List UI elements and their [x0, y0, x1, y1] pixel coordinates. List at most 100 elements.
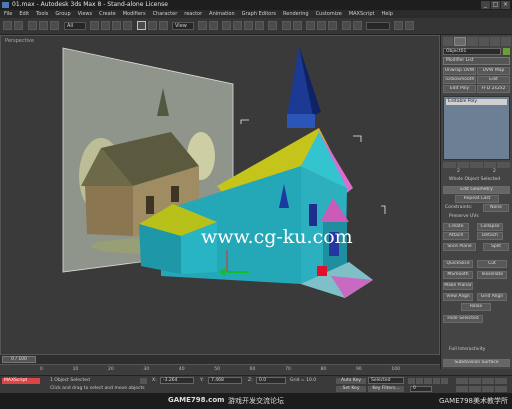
- stack-item[interactable]: Editable Poly: [446, 99, 507, 105]
- named-selection-icon[interactable]: [268, 21, 277, 30]
- auto-key-button[interactable]: Auto Key: [336, 378, 366, 384]
- pivot-center-icon[interactable]: [198, 21, 207, 30]
- modify-tab-icon[interactable]: [454, 37, 467, 46]
- render-last-icon[interactable]: [405, 21, 414, 30]
- relax-button[interactable]: Relax: [461, 303, 491, 311]
- subdivision-rollout[interactable]: Subdivision Surface: [443, 359, 510, 367]
- lock-selection-icon[interactable]: [140, 378, 147, 384]
- quickslice-button[interactable]: QuickSlice: [443, 260, 473, 268]
- edit-poly-button[interactable]: Edit Poly: [443, 85, 476, 93]
- go-to-start-icon[interactable]: [408, 378, 416, 384]
- display-tab-icon[interactable]: [489, 37, 500, 46]
- detach-button[interactable]: Detach: [477, 232, 503, 240]
- material-editor-icon[interactable]: [342, 21, 351, 30]
- zoom-all-icon[interactable]: [469, 378, 481, 384]
- remove-modifier-icon[interactable]: [483, 162, 497, 168]
- split-button[interactable]: Split: [483, 243, 509, 251]
- object-name-field[interactable]: Object01: [443, 48, 501, 55]
- menu-tools[interactable]: Tools: [36, 10, 48, 18]
- mirror-icon[interactable]: [282, 21, 291, 30]
- render-setup-icon[interactable]: [353, 21, 362, 30]
- layer-manager-icon[interactable]: [306, 21, 315, 30]
- menu-edit[interactable]: Edit: [19, 10, 29, 18]
- maximize-viewport-icon[interactable]: [495, 385, 507, 392]
- zoom-extents-icon[interactable]: [482, 378, 494, 384]
- modifier-stack[interactable]: Editable Poly: [443, 96, 510, 160]
- constraints-dropdown[interactable]: None: [483, 204, 509, 212]
- reference-coordinate-dropdown[interactable]: View: [172, 22, 194, 30]
- window-crossing-icon[interactable]: [123, 21, 132, 30]
- next-frame-icon[interactable]: [432, 378, 440, 384]
- menu-graph-editors[interactable]: Graph Editors: [242, 10, 276, 18]
- grid-align-button[interactable]: Grid Align: [477, 293, 507, 301]
- zoom-icon[interactable]: [456, 378, 468, 384]
- ffd-button[interactable]: FFD 2x2x2: [477, 85, 510, 93]
- menu-animation[interactable]: Animation: [209, 10, 235, 18]
- configure-sets-icon[interactable]: [497, 162, 510, 168]
- tessellate-button[interactable]: Tessellate: [477, 271, 507, 279]
- motion-tab-icon[interactable]: [478, 37, 489, 46]
- repeat-last-button[interactable]: Repeat Last: [455, 195, 499, 203]
- msmooth-button[interactable]: MSmooth: [443, 271, 473, 279]
- render-type-dropdown[interactable]: [366, 22, 390, 30]
- set-key-button[interactable]: Set Key: [336, 386, 366, 392]
- menu-reactor[interactable]: reactor: [184, 10, 202, 18]
- x-coordinate-field[interactable]: -3.264: [160, 377, 194, 384]
- y-coordinate-field[interactable]: 7.468: [208, 377, 242, 384]
- select-object-icon[interactable]: [90, 21, 99, 30]
- create-tab-icon[interactable]: [443, 37, 454, 46]
- pin-stack-icon[interactable]: [443, 162, 456, 168]
- snaps-toggle-icon[interactable]: [222, 21, 231, 30]
- preserve-uvs-checkbox[interactable]: Preserve UVs: [449, 214, 479, 219]
- select-and-move-icon[interactable]: [137, 21, 146, 30]
- edit-geometry-rollout[interactable]: Edit Geometry: [443, 186, 510, 194]
- time-slider[interactable]: 0 / 100: [0, 355, 440, 364]
- modifier-list-dropdown[interactable]: Modifier List: [443, 57, 510, 65]
- maxscript-listener[interactable]: MAXScript: [2, 378, 40, 384]
- align-icon[interactable]: [293, 21, 302, 30]
- cut-button[interactable]: Cut: [477, 260, 507, 268]
- select-manipulate-icon[interactable]: [209, 21, 218, 30]
- selection-filter-dropdown[interactable]: All: [64, 22, 86, 30]
- make-unique-icon[interactable]: [470, 162, 483, 168]
- current-frame-field[interactable]: 0: [410, 386, 432, 392]
- redo-icon[interactable]: [14, 21, 23, 30]
- quick-render-icon[interactable]: [394, 21, 403, 30]
- play-icon[interactable]: [424, 378, 432, 384]
- menu-views[interactable]: Views: [78, 10, 92, 18]
- hide-selected-button[interactable]: Hide Selected: [443, 315, 483, 323]
- minimize-button[interactable]: _: [481, 1, 490, 9]
- menu-rendering[interactable]: Rendering: [283, 10, 309, 18]
- edit-button[interactable]: Edit: [477, 76, 510, 84]
- object-color-swatch[interactable]: [503, 48, 510, 55]
- percent-snap-icon[interactable]: [244, 21, 253, 30]
- key-filters-button[interactable]: Key Filters...: [368, 386, 404, 392]
- collapse-button[interactable]: Collapse: [477, 223, 503, 231]
- unlink-icon[interactable]: [39, 21, 48, 30]
- spinner-a[interactable]: 2: [457, 169, 460, 174]
- utilities-tab-icon[interactable]: [500, 37, 512, 46]
- time-slider-handle[interactable]: 0 / 100: [2, 356, 36, 363]
- curve-editor-icon[interactable]: [317, 21, 326, 30]
- make-planar-button[interactable]: Make Planar: [443, 282, 473, 290]
- show-end-result-icon[interactable]: [456, 162, 470, 168]
- menu-help[interactable]: Help: [381, 10, 392, 18]
- spinner-b[interactable]: 2: [493, 169, 496, 174]
- select-by-name-icon[interactable]: [101, 21, 110, 30]
- uvw-map-button[interactable]: UVW Map: [477, 67, 510, 75]
- angle-snap-icon[interactable]: [233, 21, 242, 30]
- select-and-rotate-icon[interactable]: [148, 21, 157, 30]
- menu-create[interactable]: Create: [99, 10, 116, 18]
- link-icon[interactable]: [28, 21, 37, 30]
- orbit-icon[interactable]: [482, 385, 494, 392]
- turbosmooth-button[interactable]: TurboSmooth: [443, 76, 476, 84]
- create-button[interactable]: Create: [443, 223, 469, 231]
- pan-icon[interactable]: [469, 385, 481, 392]
- view-align-button[interactable]: View Align: [443, 293, 473, 301]
- menu-file[interactable]: File: [4, 10, 12, 18]
- spinner-snap-icon[interactable]: [255, 21, 264, 30]
- menu-group[interactable]: Group: [55, 10, 70, 18]
- menu-maxscript[interactable]: MAXScript: [349, 10, 375, 18]
- go-to-end-icon[interactable]: [440, 378, 449, 384]
- zoom-extents-all-icon[interactable]: [495, 378, 507, 384]
